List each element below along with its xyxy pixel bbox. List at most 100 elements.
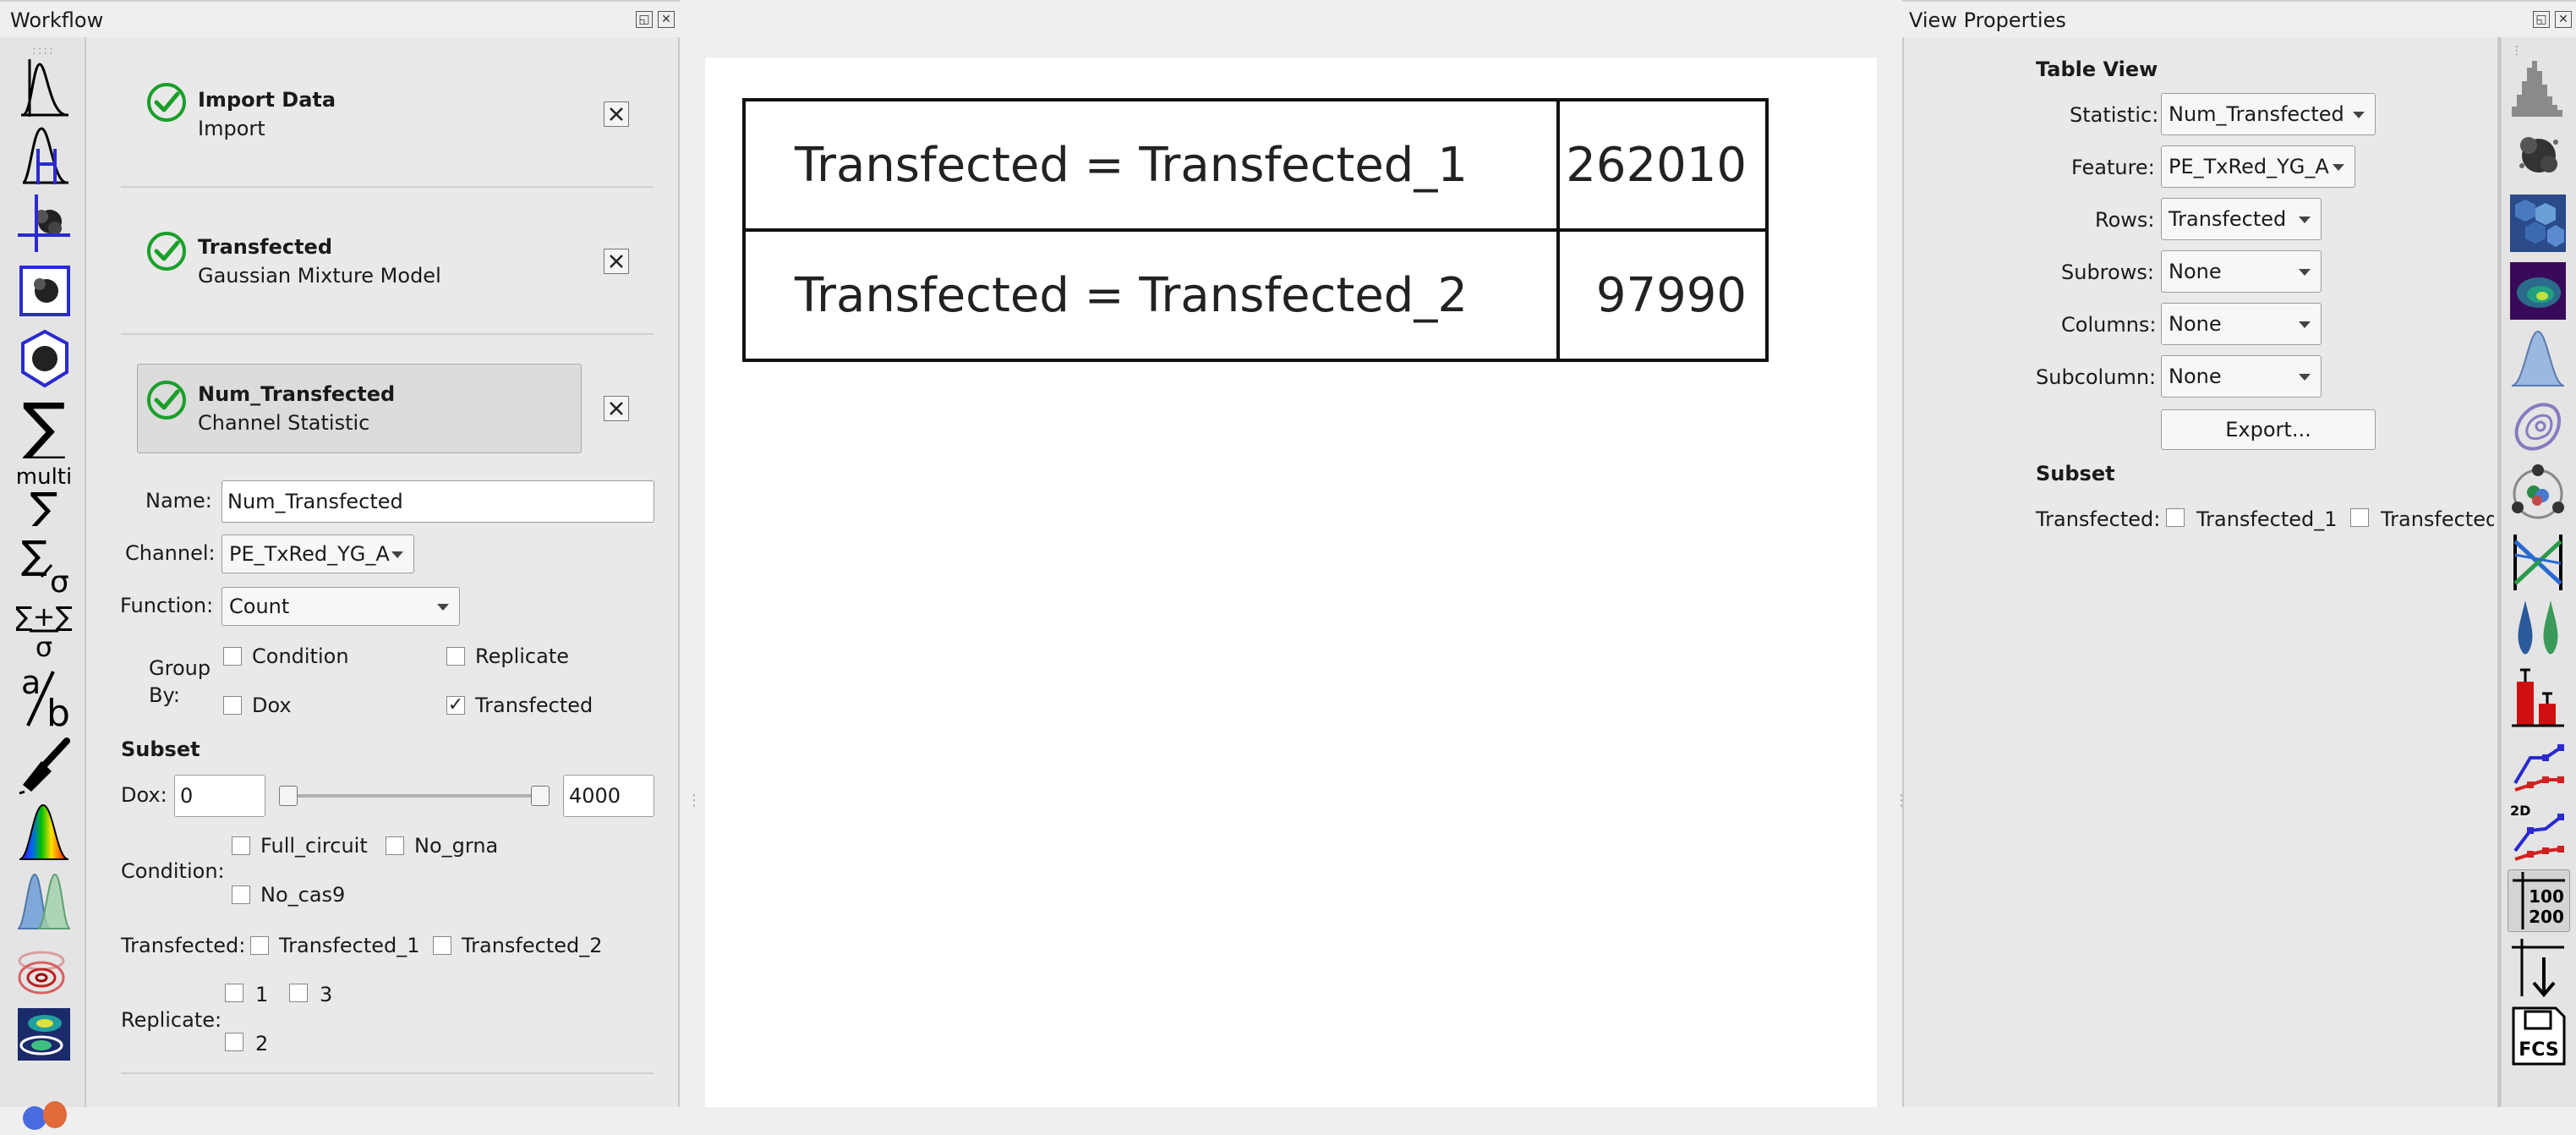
workflow-item-title[interactable]: Import Data [198,88,336,112]
workflow-item-subtitle: Channel Statistic [198,411,370,435]
table-row-value: 97990 [1556,228,1769,362]
replicate-option[interactable] [225,1033,243,1055]
checkbox[interactable] [232,836,250,855]
subrows-select[interactable]: None [2161,250,2322,293]
checkbox[interactable] [2166,508,2185,527]
checkbox[interactable] [433,936,451,955]
radviz-icon[interactable] [2508,463,2568,524]
gaussian-1d-icon[interactable] [14,869,74,930]
replicate-label: Replicate: [121,1008,222,1032]
close-dock-icon[interactable]: ✕ [2555,11,2572,28]
channel-select-value: PE_TxRed_YG_A [229,542,390,566]
selected-workflow-item[interactable] [137,364,582,453]
function-select[interactable]: Count [222,587,460,626]
spectrum-icon[interactable] [14,802,74,863]
valid-check-icon [145,81,188,127]
checkbox[interactable] [232,886,250,904]
subcolumn-select[interactable]: None [2161,355,2322,398]
checkbox[interactable] [289,984,308,1002]
dox-max-input[interactable]: 4000 [563,775,654,817]
polygon-gate-icon[interactable] [14,328,74,389]
scatterplot-icon[interactable] [2508,125,2568,186]
parallel-coords-icon[interactable] [2508,531,2568,592]
checkbox[interactable] [2350,508,2369,527]
quadrant-gate-icon[interactable] [14,193,74,254]
close-dock-icon[interactable]: ✕ [658,11,675,28]
sum-icon[interactable]: ∑ [14,394,74,458]
checkbox[interactable] [223,696,242,715]
export-icon[interactable] [2508,937,2568,998]
replicate-option-label: 1 [255,983,269,1006]
stats-1d-icon[interactable] [2508,734,2568,795]
float-dock-icon[interactable]: ◱ [636,11,653,28]
scatter-colors-icon[interactable] [14,1072,74,1133]
sum-plus-sum-sigma-icon[interactable]: ∑+∑ σ [14,599,74,661]
delete-operation-button[interactable] [604,101,629,127]
workflow-item-title[interactable]: Num_Transfected [198,382,395,406]
density-icon[interactable] [2508,260,2568,321]
checkbox[interactable] [223,647,242,666]
dox-slider-track[interactable] [284,794,546,798]
transfected-label: Transfected: [2036,507,2161,531]
violin-icon[interactable] [2508,599,2568,660]
subset-transfected-option[interactable] [2166,508,2185,530]
bar-chart-icon[interactable] [2508,666,2568,727]
sum-sigma-icon[interactable]: ∑ σ [14,531,74,594]
group-by-transfected-option[interactable] [446,696,465,715]
group-by-condition-option[interactable] [223,647,242,669]
float-dock-icon[interactable]: ◱ [2533,11,2550,28]
brush-icon[interactable] [14,734,74,795]
rows-select[interactable]: Transfected [2161,198,2322,240]
channel-select[interactable]: PE_TxRed_YG_A [222,535,414,573]
stats-2d-icon-label: 2D [2510,803,2530,819]
workflow-separator [121,333,654,335]
replicate-option[interactable] [225,984,243,1006]
hexbin-icon[interactable] [2508,193,2568,254]
fcs-export-icon[interactable]: FCS [2508,1005,2568,1066]
splitter-handle-left[interactable]: ⋮ [686,792,702,809]
columns-select[interactable]: None [2161,303,2322,345]
subset-transfected-option[interactable] [2350,508,2369,530]
transfected-option[interactable] [433,936,451,958]
condition-option[interactable] [232,836,250,858]
chevron-down-icon [2299,374,2311,381]
stats-2d-icon[interactable]: 2D [2508,802,2568,863]
multi-sum-icon[interactable]: multi ∑ [14,463,74,526]
svg-text:a: a [21,665,41,701]
dox-min-input[interactable]: 0 [174,775,265,817]
stacked-histogram-icon[interactable] [14,125,74,186]
checkbox[interactable] [225,984,243,1002]
ratio-icon[interactable]: ab [14,665,74,729]
checkbox[interactable] [225,1033,243,1051]
export-button[interactable]: Export... [2161,409,2376,450]
checkbox[interactable] [446,647,465,666]
table-view-icon-label: 200 [2529,907,2564,927]
delete-operation-button[interactable] [604,396,629,421]
name-input[interactable]: Num_Transfected [222,480,654,523]
statistic-select[interactable]: Num_Transfected [2161,93,2376,135]
histogram-icon[interactable] [14,58,74,118]
gaussian-2d-icon[interactable] [14,1005,74,1066]
condition-option[interactable] [386,836,404,858]
kde-2d-icon[interactable] [2508,396,2568,457]
checkbox-checked[interactable] [446,696,465,715]
subcolumn-select-value: None [2169,365,2222,388]
histogram-view-icon[interactable] [2508,58,2568,118]
dox-slider-min-handle[interactable] [279,786,298,806]
group-by-dox-option[interactable] [223,696,242,718]
condition-option[interactable] [232,886,250,907]
valid-check-icon [145,379,188,425]
kde-1d-icon[interactable] [2508,328,2568,389]
transfected-option[interactable] [250,936,269,958]
checkbox[interactable] [250,936,269,955]
delete-operation-button[interactable] [604,249,629,274]
workflow-item-title[interactable]: Transfected [198,235,332,259]
dox-slider-max-handle[interactable] [531,786,550,806]
group-by-replicate-option[interactable] [446,647,465,669]
density-contour-icon[interactable] [14,937,74,998]
checkbox[interactable] [386,836,404,855]
table-view-icon[interactable]: 100 200 [2508,869,2570,932]
replicate-option[interactable] [289,984,308,1006]
feature-select[interactable]: PE_TxRed_YG_A [2161,145,2355,188]
range-2d-gate-icon[interactable] [14,260,74,321]
